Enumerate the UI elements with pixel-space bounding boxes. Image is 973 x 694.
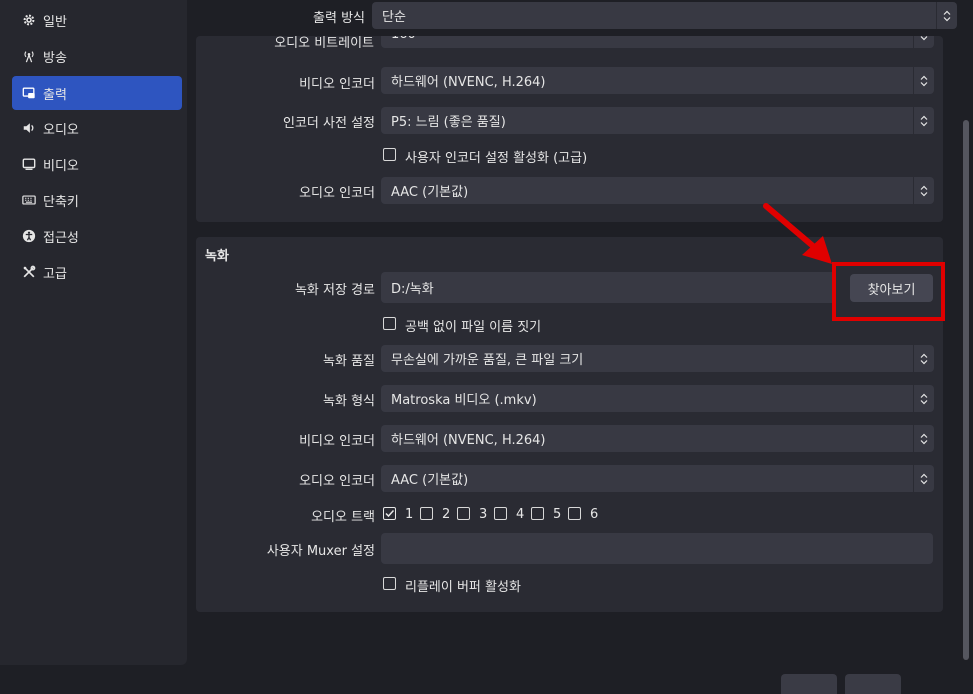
stream-audio-encoder-select[interactable]: AAC (기본값) bbox=[381, 177, 934, 204]
output-mode-value: 단순 bbox=[382, 10, 406, 25]
recording-audio-encoder-value: AAC (기본값) bbox=[391, 473, 469, 488]
accessibility-icon bbox=[21, 228, 37, 244]
chevron-up-down-icon bbox=[936, 2, 957, 29]
audio-bitrate-value: 160 bbox=[391, 36, 416, 42]
chevron-up-down-icon bbox=[913, 345, 934, 372]
sidebar-item-label: 일반 bbox=[43, 14, 67, 30]
recording-format-value: Matroska 비디오 (.mkv) bbox=[391, 393, 537, 408]
highlight-box bbox=[832, 262, 945, 321]
stream-video-encoder-label: 비디오 인코더 bbox=[299, 77, 375, 92]
audio-track-1-checkbox[interactable] bbox=[383, 507, 396, 520]
bottom-button-partial-2[interactable] bbox=[845, 674, 901, 694]
stream-video-encoder-value: 하드웨어 (NVENC, H.264) bbox=[391, 75, 546, 90]
no-space-filename-label: 공백 없이 파일 이름 짓기 bbox=[405, 320, 542, 335]
chevron-up-down-icon bbox=[913, 425, 934, 452]
audio-track-3-label: 3 bbox=[479, 507, 488, 522]
audio-track-1-label: 1 bbox=[405, 507, 414, 522]
custom-muxer-input[interactable] bbox=[381, 533, 933, 564]
output-mode-label: 출력 방식 bbox=[313, 11, 365, 26]
replay-buffer-label: 리플레이 버퍼 활성화 bbox=[405, 580, 521, 595]
sidebar-item-label: 출력 bbox=[43, 87, 67, 103]
sidebar-item-video[interactable]: 비디오 bbox=[12, 147, 182, 181]
recording-path-label: 녹화 저장 경로 bbox=[294, 283, 375, 298]
bottom-button-partial-1[interactable] bbox=[781, 674, 837, 694]
keyboard-icon bbox=[21, 192, 37, 208]
custom-muxer-label: 사용자 Muxer 설정 bbox=[266, 544, 375, 559]
sidebar-item-accessibility[interactable]: 접근성 bbox=[12, 219, 182, 253]
stream-audio-encoder-value: AAC (기본값) bbox=[391, 185, 469, 200]
recording-quality-select[interactable]: 무손실에 가까운 품질, 큰 파일 크기 bbox=[381, 345, 934, 372]
sidebar-item-output[interactable]: 출력 bbox=[12, 76, 182, 110]
recording-quality-value: 무손실에 가까운 품질, 큰 파일 크기 bbox=[391, 353, 584, 368]
sidebar-item-stream[interactable]: 방송 bbox=[12, 39, 182, 73]
chevron-up-down-icon bbox=[913, 177, 934, 204]
recording-video-encoder-label: 비디오 인코더 bbox=[299, 434, 375, 449]
vertical-scrollbar[interactable] bbox=[963, 120, 969, 660]
clipped-bitrate-row: 오디오 비트레이트 160 bbox=[196, 36, 943, 48]
sidebar-item-label: 방송 bbox=[43, 50, 67, 66]
gear-icon bbox=[21, 12, 37, 28]
checkmark-icon bbox=[385, 509, 395, 518]
encoder-preset-label: 인코더 사전 설정 bbox=[283, 116, 375, 131]
recording-audio-encoder-label: 오디오 인코더 bbox=[299, 474, 375, 489]
audio-track-6-checkbox[interactable] bbox=[568, 507, 581, 520]
custom-encoder-checkbox[interactable] bbox=[383, 148, 396, 161]
audio-track-2-checkbox[interactable] bbox=[420, 507, 433, 520]
red-arrow-icon bbox=[763, 203, 832, 264]
sidebar-item-hotkeys[interactable]: 단축키 bbox=[12, 183, 182, 217]
audio-bitrate-label: 오디오 비트레이트 bbox=[274, 36, 374, 48]
encoder-preset-select[interactable]: P5: 느림 (좋은 품질) bbox=[381, 107, 934, 134]
recording-path-input[interactable]: D:/녹화 bbox=[381, 272, 836, 303]
replay-buffer-checkbox[interactable] bbox=[383, 577, 396, 590]
chevron-up-down-icon bbox=[913, 107, 934, 134]
sidebar-item-advanced[interactable]: 고급 bbox=[12, 255, 182, 289]
recording-audio-encoder-select[interactable]: AAC (기본값) bbox=[381, 465, 934, 492]
sidebar-item-general[interactable]: 일반 bbox=[12, 3, 182, 37]
chevron-up-down-icon bbox=[913, 67, 934, 94]
sidebar-item-audio[interactable]: 오디오 bbox=[12, 111, 182, 145]
sidebar-item-label: 접근성 bbox=[43, 230, 79, 246]
recording-path-value: D:/녹화 bbox=[391, 282, 434, 297]
recording-format-label: 녹화 형식 bbox=[323, 394, 375, 409]
settings-sidebar: 일반 방송 출력 오디오 비디오 단축키 접근성 고급 bbox=[0, 0, 187, 665]
recording-section-title: 녹화 bbox=[205, 249, 229, 264]
sidebar-item-label: 비디오 bbox=[43, 158, 79, 174]
audio-track-5-label: 5 bbox=[553, 507, 562, 522]
audio-track-4-checkbox[interactable] bbox=[494, 507, 507, 520]
output-icon bbox=[21, 85, 37, 101]
audio-track-2-label: 2 bbox=[442, 507, 451, 522]
tools-icon bbox=[21, 264, 37, 280]
audio-track-label: 오디오 트랙 bbox=[311, 510, 375, 525]
audio-track-3-checkbox[interactable] bbox=[457, 507, 470, 520]
audio-track-5-checkbox[interactable] bbox=[531, 507, 544, 520]
chevron-up-down-icon bbox=[913, 385, 934, 412]
custom-encoder-label: 사용자 인코더 설정 활성화 (고급) bbox=[405, 151, 588, 166]
sidebar-item-label: 고급 bbox=[43, 266, 67, 282]
sidebar-item-label: 단축키 bbox=[43, 194, 79, 210]
recording-quality-label: 녹화 품질 bbox=[323, 354, 375, 369]
monitor-icon bbox=[21, 156, 37, 172]
broadcast-icon bbox=[21, 48, 37, 64]
chevron-up-down-icon bbox=[913, 465, 934, 492]
recording-video-encoder-value: 하드웨어 (NVENC, H.264) bbox=[391, 433, 546, 448]
audio-bitrate-select[interactable]: 160 bbox=[381, 36, 934, 48]
recording-format-select[interactable]: Matroska 비디오 (.mkv) bbox=[381, 385, 934, 412]
recording-video-encoder-select[interactable]: 하드웨어 (NVENC, H.264) bbox=[381, 425, 934, 452]
stream-audio-encoder-label: 오디오 인코더 bbox=[299, 186, 375, 201]
encoder-preset-value: P5: 느림 (좋은 품질) bbox=[391, 115, 506, 130]
speaker-icon bbox=[21, 120, 37, 136]
audio-track-6-label: 6 bbox=[590, 507, 599, 522]
chevron-up-down-icon bbox=[913, 36, 934, 48]
no-space-filename-checkbox[interactable] bbox=[383, 317, 396, 330]
sidebar-item-label: 오디오 bbox=[43, 122, 79, 138]
stream-video-encoder-select[interactable]: 하드웨어 (NVENC, H.264) bbox=[381, 67, 934, 94]
audio-track-4-label: 4 bbox=[516, 507, 525, 522]
output-mode-select[interactable]: 단순 bbox=[372, 2, 957, 29]
